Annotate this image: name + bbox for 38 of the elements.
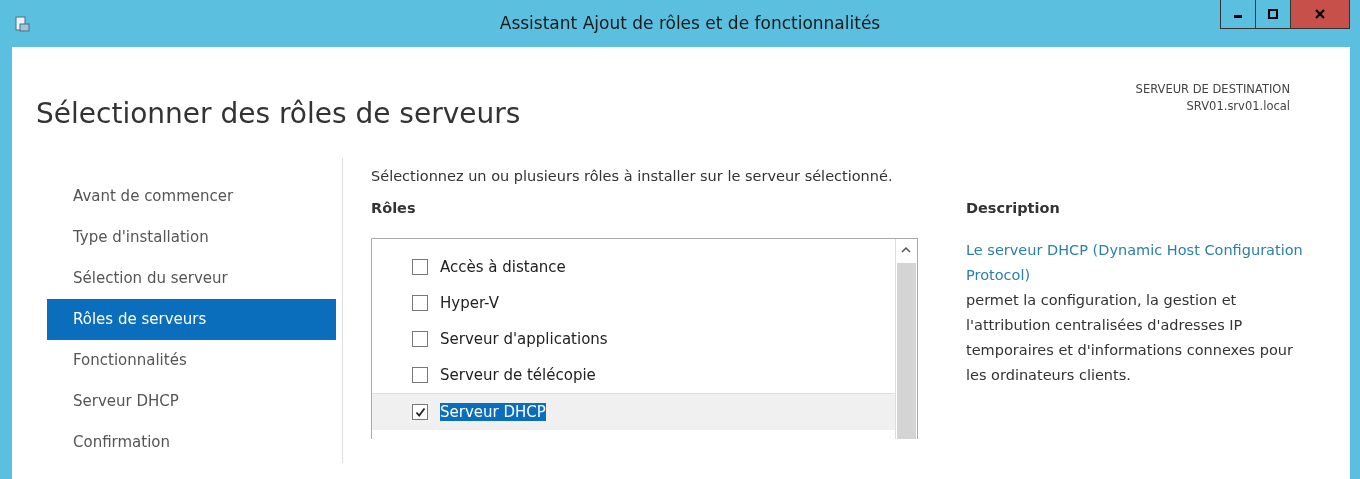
- role-label: Hyper-V: [440, 294, 499, 312]
- server-name: SRV01.srv01.local: [1186, 99, 1290, 113]
- checkbox[interactable]: [412, 404, 428, 420]
- wizard-step[interactable]: Rôles de serveurs: [47, 299, 336, 340]
- checkbox[interactable]: [412, 259, 428, 275]
- checkbox[interactable]: [412, 295, 428, 311]
- maximize-icon: [1268, 9, 1278, 19]
- role-row[interactable]: Hyper-V: [372, 285, 895, 321]
- role-label: Serveur d'applications: [440, 330, 608, 348]
- wizard-step[interactable]: Serveur DHCP: [47, 381, 336, 422]
- role-label: Accès à distance: [440, 258, 566, 276]
- check-icon: [414, 406, 426, 418]
- page-title: Sélectionner des rôles de serveurs: [36, 97, 521, 132]
- wizard-step[interactable]: Avant de commencer: [47, 176, 336, 217]
- window-title: Assistant Ajout de rôles et de fonctionnalités: [498, 13, 882, 33]
- role-label: Serveur de télécopie: [440, 366, 596, 384]
- instruction-text: Sélectionnez un ou plusieurs rôles à installer sur le serveur sélectionné.: [371, 168, 894, 184]
- checkbox[interactable]: [412, 367, 428, 383]
- role-label: Serveur DHCP: [440, 403, 546, 421]
- destination-label: SERVEUR DE DESTINATION: [1135, 82, 1290, 96]
- role-row[interactable]: Serveur DHCP: [372, 393, 895, 430]
- server-icon: [14, 15, 30, 32]
- role-row[interactable]: Serveur de télécopie: [372, 357, 895, 393]
- description-text: Le serveur DHCP (Dynamic Host Configuration Protocol) permet la configuration, la gestion et l'attribution centralisées d'adresses IP temporaires et d'informations connexes pour les ordinateurs clients.: [966, 238, 1316, 388]
- scrollbar-thumb[interactable]: [897, 263, 916, 439]
- scrollbar[interactable]: [895, 239, 917, 439]
- close-icon: [1315, 9, 1325, 19]
- role-row[interactable]: Serveur d'applications: [372, 321, 895, 357]
- wizard-step[interactable]: Sélection du serveur: [47, 258, 336, 299]
- wizard-step[interactable]: Type d'installation: [47, 217, 336, 258]
- checkbox[interactable]: [412, 331, 428, 347]
- close-button[interactable]: [1291, 0, 1349, 28]
- roles-heading: Rôles: [371, 200, 417, 218]
- wizard-step[interactable]: Confirmation: [47, 422, 336, 463]
- description-heading: Description: [966, 200, 1061, 218]
- description-link[interactable]: Le serveur DHCP (Dynamic Host Configuration Protocol): [966, 238, 1316, 288]
- role-row[interactable]: Accès à distance: [372, 249, 895, 285]
- wizard-step[interactable]: Fonctionnalités: [47, 340, 336, 381]
